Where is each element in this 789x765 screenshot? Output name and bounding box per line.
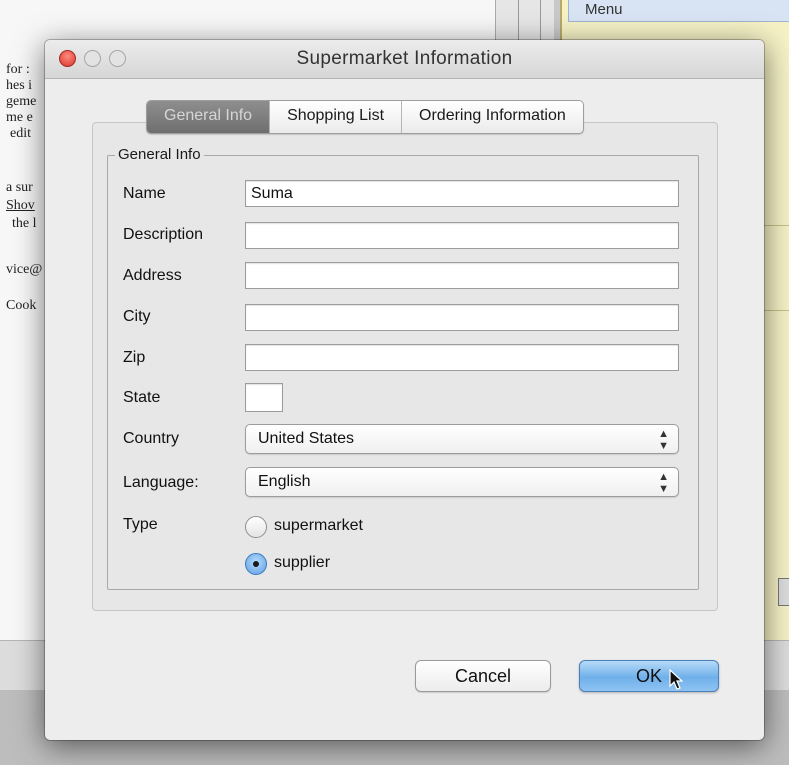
dialog-title: Supermarket Information [296,48,513,69]
mouse-pointer-icon [669,669,684,690]
supermarket-information-dialog: Supermarket Information General Info Sho… [45,40,764,740]
zip-field[interactable] [245,344,679,371]
background-menu-header[interactable]: Menu [568,0,789,22]
radio-supermarket-label[interactable]: supermarket [274,517,363,535]
city-field[interactable] [245,304,679,331]
doc-line: me e [6,110,33,125]
state-label: State [123,389,161,406]
radio-supermarket[interactable] [245,516,267,538]
country-label: Country [123,430,180,447]
doc-line: geme [6,94,37,109]
name-label: Name [123,185,166,202]
doc-line: vice@ [6,262,43,277]
doc-line: a sur [6,180,33,195]
group-title: General Info [115,146,204,163]
address-label: Address [123,267,182,284]
background-button[interactable] [778,578,789,606]
tab-ordering-information[interactable]: Ordering Information [401,101,583,133]
doc-line: hes i [6,78,33,93]
country-select[interactable]: United States ▲ ▼ [245,424,679,454]
doc-line: edit [10,126,31,141]
zip-label: Zip [123,349,146,366]
dialog-titlebar[interactable]: Supermarket Information [45,40,764,79]
radio-supplier-label[interactable]: supplier [274,554,330,572]
city-label: City [123,308,151,325]
address-field[interactable] [245,262,679,289]
language-value: English [258,473,311,490]
doc-line: Cook [6,298,37,313]
doc-line: the l [12,216,37,231]
language-select[interactable]: English ▲ ▼ [245,467,679,497]
radio-selected-dot [253,561,259,567]
type-label: Type [123,516,158,533]
ok-button[interactable]: OK [579,660,719,692]
radio-supplier[interactable] [245,553,267,575]
description-field[interactable] [245,222,679,249]
language-label: Language: [123,474,199,491]
select-arrows-icon: ▲ ▼ [658,428,669,452]
tab-bar: General Info Shopping List Ordering Info… [146,100,584,134]
cancel-button[interactable]: Cancel [415,660,551,692]
tab-general-info[interactable]: General Info [147,101,270,133]
doc-line: for : [6,62,30,77]
country-value: United States [258,430,355,447]
select-arrows-icon: ▲ ▼ [658,471,669,495]
description-label: Description [123,226,204,243]
name-field[interactable]: Suma [245,180,679,207]
doc-link[interactable]: Shov [6,198,35,214]
general-info-group [107,155,699,590]
tab-shopping-list[interactable]: Shopping List [269,101,401,133]
state-field[interactable] [245,383,283,412]
